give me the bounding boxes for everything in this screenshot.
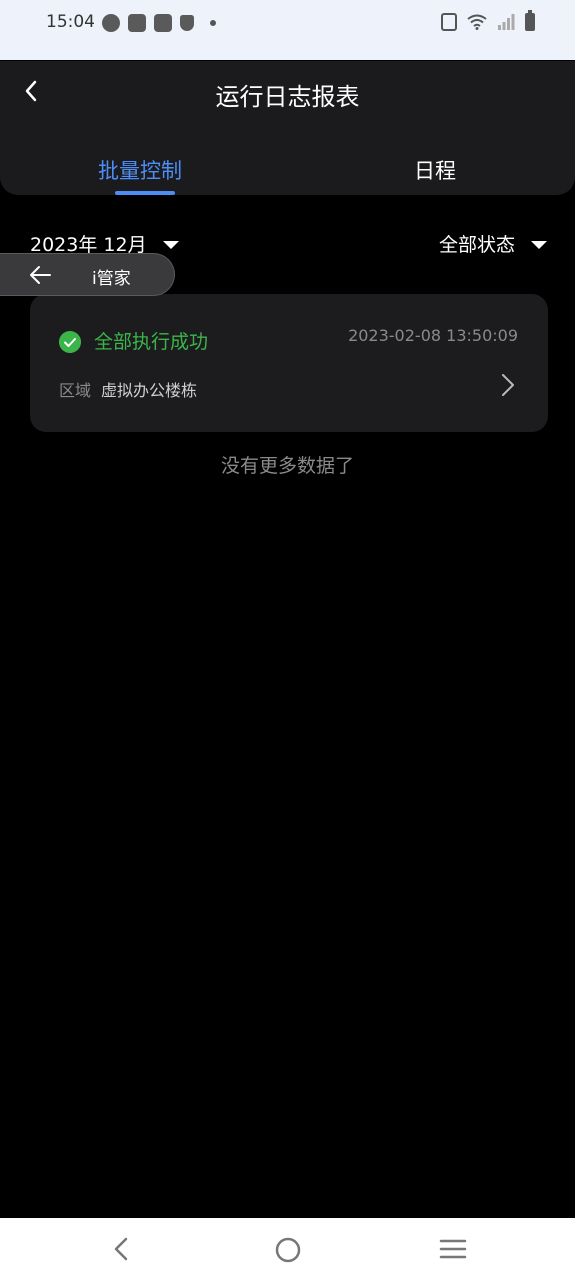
active-tab-indicator: [115, 191, 175, 195]
tab-batch-control[interactable]: 批量控制: [98, 155, 182, 185]
caret-down-icon: [531, 240, 547, 249]
notification-icons: [102, 14, 216, 32]
area-label: 区域: [59, 381, 92, 400]
record-status: 全部执行成功: [94, 331, 209, 353]
area-value: 虚拟办公楼栋: [101, 381, 198, 400]
check-circle-icon: [59, 331, 81, 353]
page-title: 运行日志报表: [215, 83, 360, 111]
status-filter-label: 全部状态: [438, 234, 515, 256]
status-bar: 15:04: [0, 0, 575, 60]
caret-down-icon: [162, 240, 179, 249]
bag-icon-2: [154, 14, 172, 32]
record-timestamp: 2023-02-08 13:50:09: [348, 326, 518, 345]
list-end-message: 没有更多数据了: [220, 455, 354, 477]
tab-schedule[interactable]: 日程: [414, 155, 456, 185]
wifi-icon: [467, 14, 487, 30]
chevron-right-icon: [502, 374, 514, 396]
return-to-app-button[interactable]: i管家: [0, 253, 175, 296]
log-record-card[interactable]: 全部执行成功 2023-02-08 13:50:09 区域 虚拟办公楼栋: [30, 294, 548, 432]
status-time: 15:04: [46, 12, 95, 32]
nav-back-icon[interactable]: [110, 1236, 132, 1262]
bag-icon: [128, 14, 146, 32]
nav-menu-icon[interactable]: [439, 1236, 467, 1262]
status-filter-dropdown[interactable]: 全部状态: [439, 230, 547, 257]
return-app-label: i管家: [92, 269, 131, 289]
battery-icon: [525, 10, 535, 31]
shield-icon: [180, 15, 194, 31]
nav-home-icon[interactable]: [274, 1236, 302, 1264]
header-panel: 运行日志报表 批量控制 日程: [0, 61, 575, 195]
arrow-left-icon: [30, 266, 51, 284]
system-navigation-bar: [0, 1218, 575, 1280]
speedometer-icon: [102, 14, 120, 32]
vibrate-icon: [441, 13, 457, 31]
signal-icon: [498, 14, 515, 30]
system-icons: [441, 10, 535, 31]
more-notifications-dot-icon: [210, 20, 216, 26]
